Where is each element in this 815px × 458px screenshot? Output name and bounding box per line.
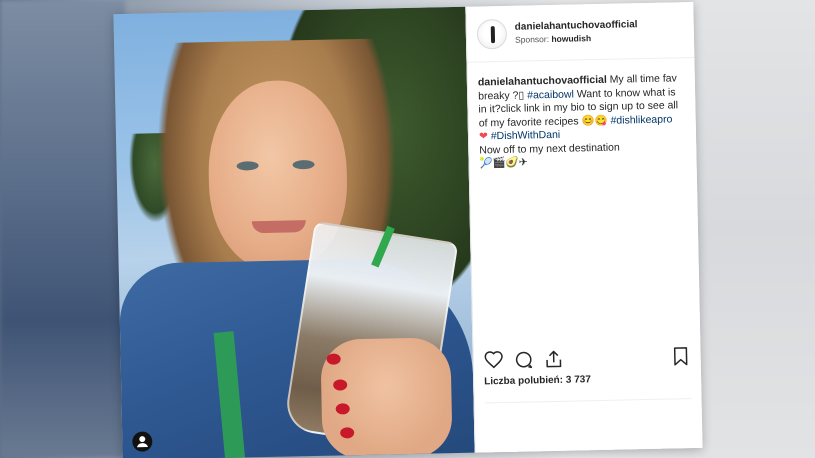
sponsor-name[interactable]: howudish bbox=[551, 33, 591, 44]
likes-count[interactable]: Liczba polubień: 3 737 bbox=[484, 374, 591, 387]
straw bbox=[371, 225, 395, 268]
hashtag-link[interactable]: #acaibowl bbox=[527, 88, 574, 101]
travel-emoji: 🎾🎬🥑✈ bbox=[479, 156, 528, 170]
hashtag-link[interactable]: #dishlikeapro bbox=[610, 113, 672, 126]
fingernail bbox=[326, 353, 341, 365]
comment-bubble-icon[interactable] bbox=[514, 349, 534, 369]
instagram-post-card: danielahantuchovaofficial Sponsor: howud… bbox=[113, 1, 703, 458]
heart-emoji: ❤ bbox=[478, 130, 488, 143]
right-eye bbox=[292, 159, 315, 170]
header-text: danielahantuchovaofficial Sponsor: howud… bbox=[515, 19, 638, 45]
hashtag-link[interactable]: #DishWithDani bbox=[491, 129, 561, 142]
post-details-panel: danielahantuchovaofficial Sponsor: howud… bbox=[465, 1, 703, 453]
post-photo[interactable] bbox=[113, 6, 475, 458]
action-bar bbox=[483, 344, 690, 372]
background-right bbox=[695, 0, 815, 458]
caption-line: Now off to my next destination bbox=[479, 141, 620, 156]
divider bbox=[484, 398, 692, 404]
left-eye bbox=[236, 161, 259, 171]
user-tag-icon[interactable] bbox=[132, 431, 153, 452]
fingernail bbox=[340, 427, 355, 439]
sponsor-line: Sponsor: howudish bbox=[515, 32, 638, 45]
post-header: danielahantuchovaofficial Sponsor: howud… bbox=[466, 1, 695, 63]
post-caption: danielahantuchovaofficial My all time fa… bbox=[467, 58, 696, 171]
fingernail bbox=[333, 379, 348, 391]
caption-username[interactable]: danielahantuchovaofficial bbox=[478, 74, 607, 89]
missing-glyph: ▯ bbox=[518, 89, 525, 102]
sponsor-label: Sponsor: bbox=[514, 34, 550, 45]
smile bbox=[251, 220, 307, 234]
fingernail bbox=[335, 403, 350, 415]
header-username[interactable]: danielahantuchovaofficial bbox=[515, 19, 638, 33]
share-icon[interactable] bbox=[544, 349, 564, 369]
smile-emoji: 😊😋 bbox=[581, 114, 608, 127]
background-left bbox=[0, 0, 125, 458]
heart-outline-icon[interactable] bbox=[484, 350, 504, 370]
profile-avatar[interactable] bbox=[476, 18, 508, 50]
hand bbox=[320, 337, 453, 458]
bookmark-icon[interactable] bbox=[670, 346, 690, 366]
